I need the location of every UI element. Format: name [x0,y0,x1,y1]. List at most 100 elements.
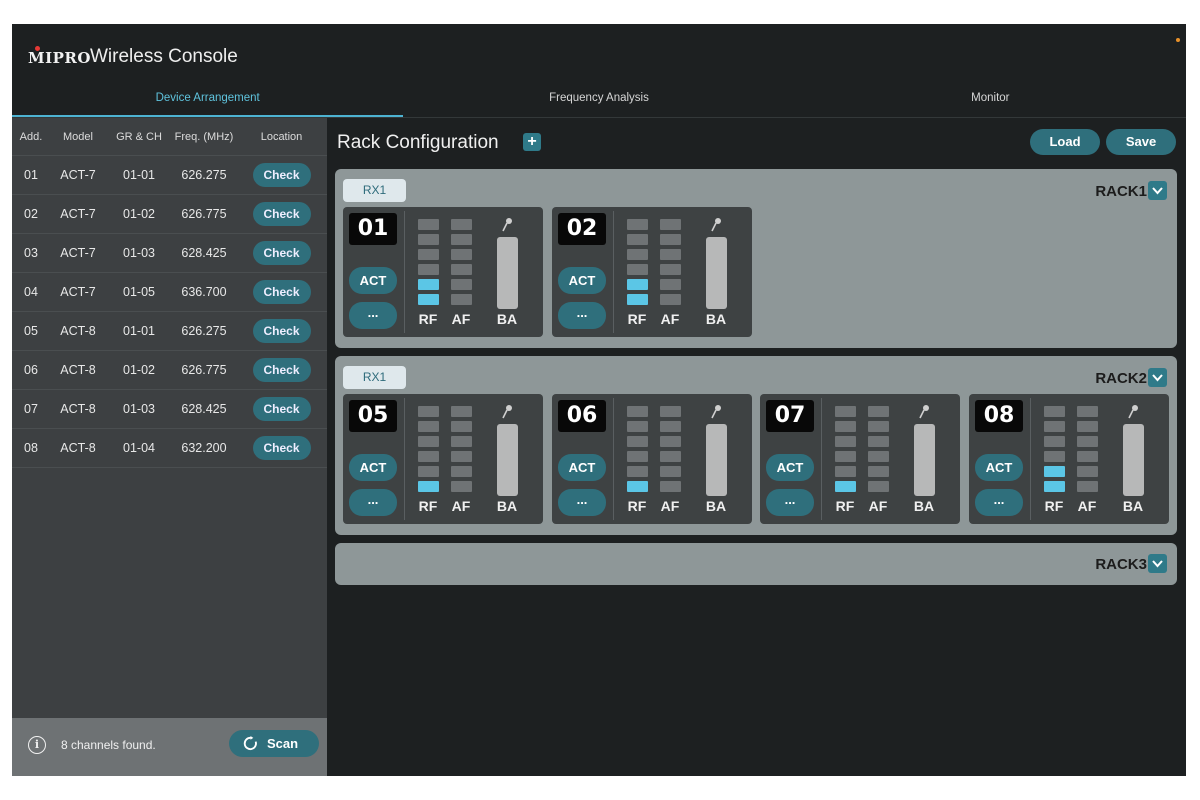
meter-segment [1044,481,1065,492]
act-button[interactable]: ACT [766,454,814,481]
ba-label: BA [913,498,935,514]
microphone-icon [711,218,721,232]
rack-toggle-button[interactable] [1148,368,1167,387]
microphone-icon [502,405,512,419]
check-button[interactable]: Check [252,319,311,343]
act-button[interactable]: ACT [349,454,397,481]
meter-segment [835,466,856,477]
meter-segment [451,294,472,305]
mipro-logo: MIPRO [28,46,91,67]
check-button[interactable]: Check [252,358,311,382]
rack-toggle-button[interactable] [1148,554,1167,573]
cell-freq: 628.425 [181,246,227,260]
more-button[interactable]: ... [558,489,606,516]
meter-segment [418,219,439,230]
plus-icon: + [527,133,537,150]
af-meter [451,219,472,309]
save-button[interactable]: Save [1106,129,1176,155]
tab-bar: Device Arrangement Frequency Analysis Mo… [12,84,1186,118]
tab-device-arrangement[interactable]: Device Arrangement [12,84,404,118]
header-add: Add. [19,130,43,143]
check-button[interactable]: Check [252,202,311,226]
cell-grch: 01-01 [123,324,155,338]
channel-card: 05 ACT... RF AF BA [343,394,543,524]
add-rack-button[interactable]: + [523,133,541,151]
more-button[interactable]: ... [766,489,814,516]
logo-text: MIPRO [28,49,91,67]
cell-grch: 01-02 [123,363,155,377]
meter-segment [451,406,472,417]
meter-segment [627,451,648,462]
more-button[interactable]: ... [349,302,397,329]
header-location: Location [260,130,303,143]
rack-toggle-button[interactable] [1148,181,1167,200]
meter-segment [418,279,439,290]
meter-segment [451,421,472,432]
check-button[interactable]: Check [252,397,311,421]
rx-tag[interactable]: RX1 [343,366,406,389]
meter-segment [451,451,472,462]
divider [613,211,614,333]
cell-freq: 626.775 [181,207,227,221]
act-button[interactable]: ACT [558,267,606,294]
act-button[interactable]: ACT [558,454,606,481]
scan-button[interactable]: Scan [229,730,319,757]
meter-segment [660,279,681,290]
channel-number: 02 [558,213,606,245]
meter-segment [1077,421,1098,432]
af-label: AF [1077,498,1097,514]
cell-grch: 01-03 [123,402,155,416]
more-button[interactable]: ... [975,489,1023,516]
meter-segment [868,406,889,417]
battery-meter [497,237,518,309]
header-model: Model [63,130,93,143]
rack-configuration-panel: Rack Configuration + Load Save RX1 RACK1… [327,118,1186,776]
check-button[interactable]: Check [252,280,311,304]
act-button[interactable]: ACT [975,454,1023,481]
meter-segment [627,294,648,305]
ba-label: BA [496,311,518,327]
channel-card: 02 ACT... RF AF BA [552,207,752,337]
app-title: Wireless Console [90,46,238,67]
table-row: 04 ACT-7 01-05 636.700 Check [12,273,327,312]
channel-card: 08 ACT... RF AF BA [969,394,1169,524]
more-button[interactable]: ... [349,489,397,516]
meter-segment [868,436,889,447]
check-button[interactable]: Check [252,163,311,187]
tab-monitor[interactable]: Monitor [795,84,1186,118]
device-table-body: 01 ACT-7 01-01 626.275 Check 02 ACT-7 01… [12,156,327,468]
cell-add: 06 [24,363,38,377]
microphone-icon [1128,405,1138,419]
cell-freq: 636.700 [181,285,227,299]
meter-segment [627,234,648,245]
load-button[interactable]: Load [1030,129,1100,155]
meter-segment [660,294,681,305]
cell-add: 01 [24,168,38,182]
cell-add: 07 [24,402,38,416]
meter-segment [418,466,439,477]
af-label: AF [868,498,888,514]
af-meter [868,406,889,496]
act-button[interactable]: ACT [349,267,397,294]
meter-segment [660,481,681,492]
status-dot [1176,38,1180,42]
rx-tag[interactable]: RX1 [343,179,406,202]
tab-frequency-analysis[interactable]: Frequency Analysis [403,84,794,118]
check-button[interactable]: Check [252,241,311,265]
check-button[interactable]: Check [252,436,311,460]
meter-segment [1044,436,1065,447]
channel-card: 06 ACT... RF AF BA [552,394,752,524]
channel-card: 07 ACT... RF AF BA [760,394,960,524]
divider [1030,398,1031,520]
more-button[interactable]: ... [558,302,606,329]
cell-grch: 01-04 [123,441,155,455]
battery-meter [497,424,518,496]
rf-meter [627,219,648,309]
cell-grch: 01-03 [123,246,155,260]
meter-segment [451,249,472,260]
af-label: AF [660,311,680,327]
meter-segment [1044,466,1065,477]
rack-config-title: Rack Configuration [337,132,499,153]
cell-grch: 01-02 [123,207,155,221]
meter-segment [418,481,439,492]
